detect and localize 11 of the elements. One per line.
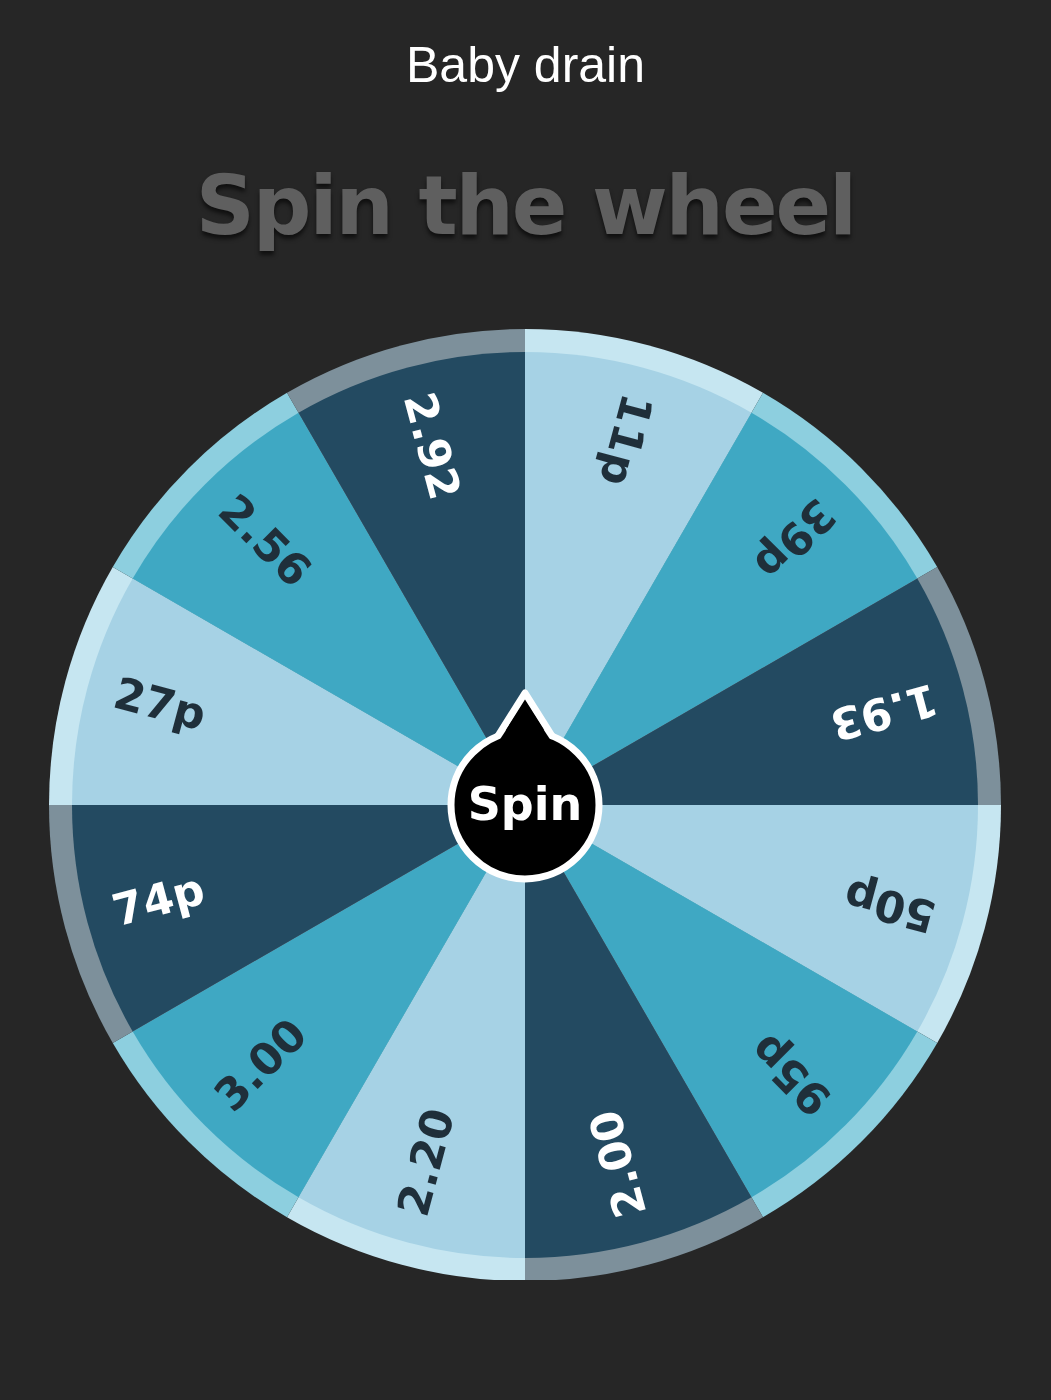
segment-label: 39p [744, 488, 847, 591]
segment-label: 2.20 [387, 1103, 465, 1222]
page-title: Baby drain [405, 35, 645, 95]
heading: Spin the wheel [195, 156, 856, 255]
segment-label: 2.92 [393, 387, 472, 506]
segment-label: 27p [108, 667, 212, 741]
segment-label: 74p [107, 863, 210, 937]
segment-label: 11p [589, 388, 663, 492]
segment-label: 1.93 [824, 673, 943, 752]
segment-label: 2.00 [578, 1104, 657, 1223]
segment-label: 50p [838, 869, 942, 943]
